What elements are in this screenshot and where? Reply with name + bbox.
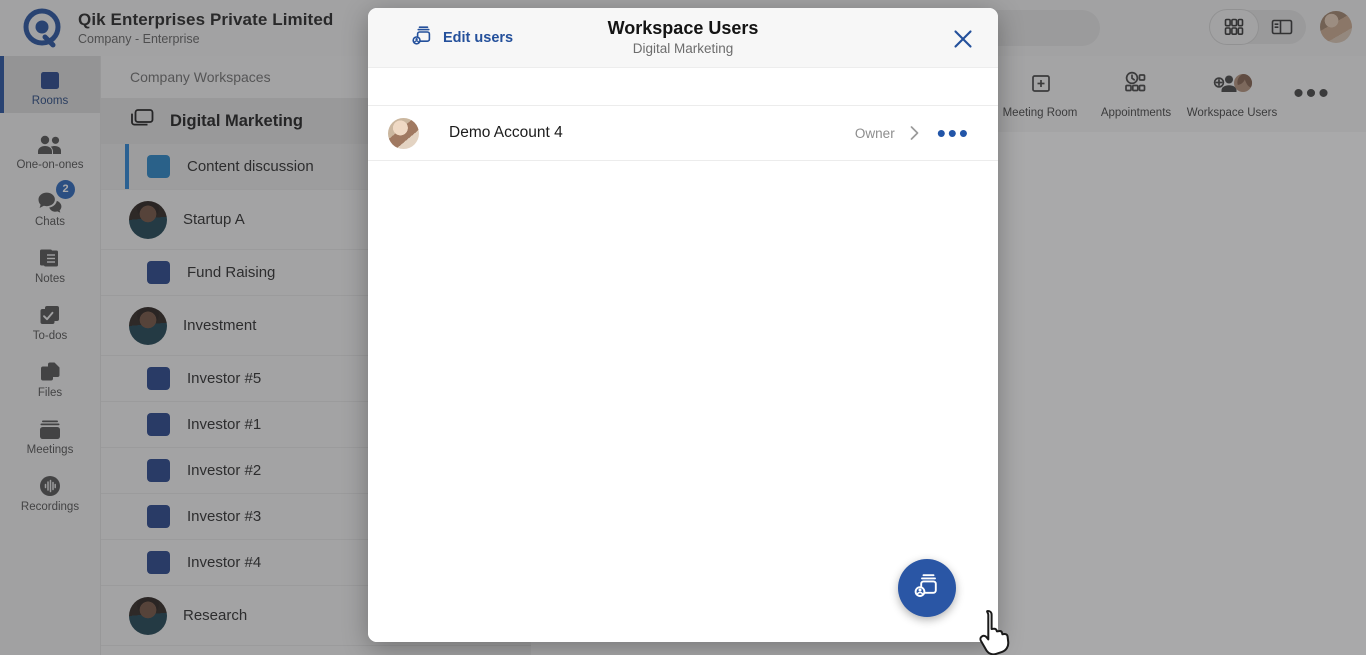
workspace-users-dialog: Edit users Workspace Users Digital Marke…: [368, 8, 998, 642]
add-users-icon: [912, 572, 942, 605]
user-name: Demo Account 4: [449, 124, 563, 141]
more-horizontal-icon[interactable]: •••: [937, 120, 970, 146]
edit-users-button[interactable]: Edit users: [368, 25, 513, 51]
app-root: Qik Enterprises Private Limited Company …: [0, 0, 1366, 655]
dialog-header: Edit users Workspace Users Digital Marke…: [368, 8, 998, 68]
dialog-body: Demo Account 4 Owner •••: [368, 68, 998, 642]
list-item[interactable]: Demo Account 4 Owner •••: [368, 105, 998, 161]
close-icon[interactable]: [950, 26, 976, 52]
edit-users-label: Edit users: [443, 29, 514, 46]
edit-users-icon: [412, 25, 434, 51]
status-badge: Owner: [854, 125, 895, 141]
dialog-subtitle: Digital Marketing: [632, 41, 734, 56]
avatar: [388, 117, 419, 149]
chevron-right-icon[interactable]: [908, 124, 921, 142]
add-users-button[interactable]: [898, 559, 956, 617]
page-title: Workspace Users: [607, 18, 759, 38]
